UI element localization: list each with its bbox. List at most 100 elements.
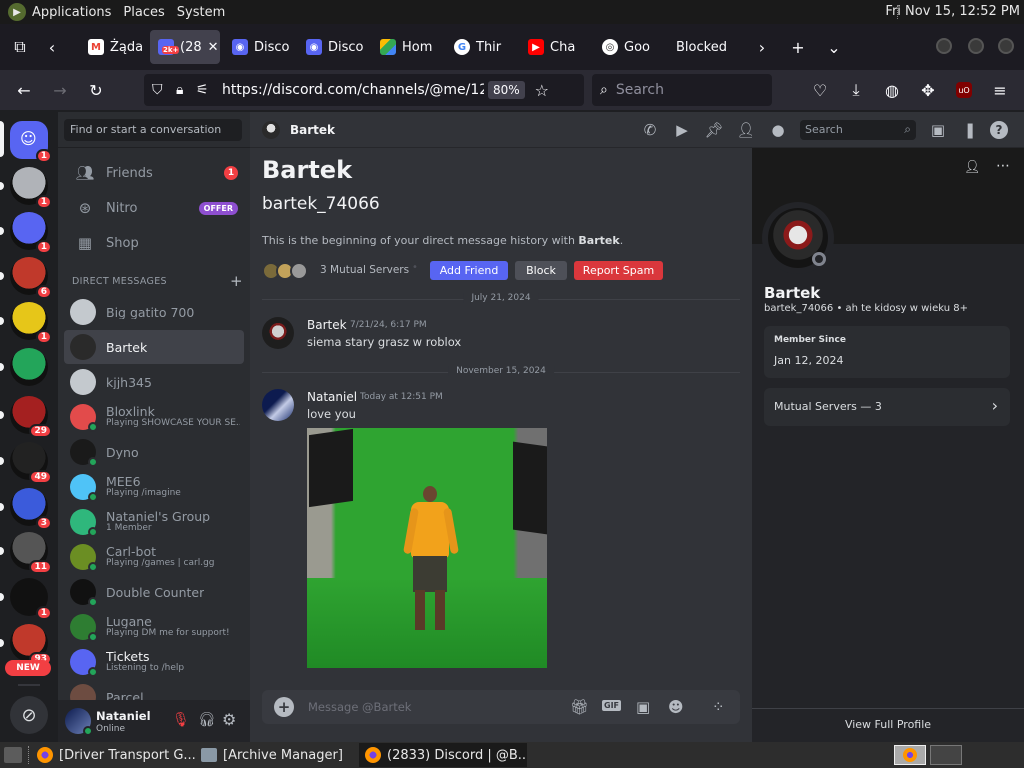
pocket-button[interactable]: ♡ (804, 74, 836, 106)
mutual-server-avatars[interactable] (262, 262, 314, 280)
server-icon[interactable]: 49 (10, 442, 52, 484)
view-full-profile-link[interactable]: View Full Profile (752, 718, 1024, 731)
close-icon[interactable]: ✕ (208, 40, 219, 55)
message-attachment-gif[interactable] (307, 428, 547, 668)
dm-item[interactable]: Double Counter (64, 575, 244, 609)
server-icon[interactable]: 93 (10, 624, 52, 666)
block-button[interactable]: Block (515, 261, 567, 280)
server-icon[interactable]: 1 (10, 212, 52, 254)
create-dm-plus-icon[interactable]: + (230, 272, 243, 290)
server-icon[interactable]: 1 (10, 167, 52, 209)
message-author[interactable]: Bartek (307, 318, 347, 332)
help-icon[interactable]: ? (990, 121, 1008, 139)
task-driver-transport[interactable]: [Driver Transport G... (31, 743, 195, 767)
tab-gmail[interactable]: M Żąda (80, 30, 146, 64)
gnome-logo-icon[interactable]: ▶ (8, 3, 26, 21)
system-menu[interactable]: System (171, 5, 231, 20)
inbox-icon[interactable]: ▣ (928, 120, 948, 140)
forward-button[interactable]: → (44, 74, 76, 106)
task-discord[interactable]: (2833) Discord | @B... (359, 743, 527, 767)
message-author[interactable]: Nataniel (307, 390, 357, 404)
workspace-switcher[interactable] (894, 745, 926, 765)
settings-gear-icon[interactable]: ⚙ (222, 710, 236, 729)
tab-overview-button[interactable]: ⧉ (4, 31, 36, 63)
attach-plus-icon[interactable]: + (274, 697, 294, 717)
permissions-icon[interactable]: ⚟ (196, 82, 214, 98)
downloads-button[interactable]: ⤓ (840, 74, 872, 106)
shield-icon[interactable]: ⛉ (152, 82, 170, 98)
apps-icon[interactable]: ⁘ (712, 698, 725, 716)
message-avatar[interactable] (262, 389, 294, 421)
profile-avatar[interactable] (762, 202, 834, 274)
mutual-servers-link[interactable]: 3 Mutual Servers (320, 264, 409, 276)
add-friend-button[interactable]: Add Friend (430, 261, 508, 280)
lock-icon[interactable]: 🔒︎ (176, 82, 192, 98)
user-profile-toggle-icon[interactable]: ● (768, 120, 788, 140)
maximize-button[interactable] (968, 38, 984, 54)
tab-blocked[interactable]: Blocked (668, 30, 746, 64)
dm-item[interactable]: Bloxlink Playing SHOWCASE YOUR SE... (64, 400, 244, 434)
zoom-indicator[interactable]: 80% (488, 81, 525, 99)
dm-item[interactable]: Bartek (64, 330, 244, 364)
bookmark-star-icon[interactable]: ☆ (535, 81, 549, 100)
more-options-icon[interactable]: ⋯ (996, 158, 1010, 174)
discover-compass-icon[interactable]: ⊘ (10, 696, 48, 734)
list-tabs-button[interactable]: ⌄ (818, 31, 850, 63)
back-button[interactable]: ← (8, 74, 40, 106)
workspace-2[interactable] (930, 745, 962, 765)
header-avatar[interactable] (262, 121, 280, 139)
search-bar[interactable]: ⌕ Search (592, 74, 772, 106)
tab-drive[interactable]: Hom (372, 30, 446, 64)
dm-search-input[interactable]: Find or start a conversation (64, 119, 242, 141)
header-name[interactable]: Bartek (290, 123, 335, 137)
sticker-icon[interactable]: ▣ (636, 698, 650, 716)
dm-item[interactable]: Tickets Listening to /help (64, 645, 244, 679)
chat-search-input[interactable]: Search ⌕ (800, 120, 916, 140)
server-icon[interactable]: 11 (10, 532, 52, 574)
nav-friends[interactable]: 👥︎ Friends 1 (64, 157, 244, 189)
message-input-box[interactable]: + Message @Bartek 🎁︎ GIF ▣ ☻ ⁘ (262, 690, 740, 724)
headphones-icon[interactable]: 🎧︎ (198, 712, 216, 728)
task-archive-manager[interactable]: [Archive Manager] (195, 743, 359, 767)
tab-discord-active[interactable]: 2k+ (28 ✕ (150, 30, 220, 64)
ublock-button[interactable]: uO (948, 74, 980, 106)
dm-item[interactable]: Dyno (64, 435, 244, 469)
close-window-button[interactable] (998, 38, 1014, 54)
extensions-button[interactable]: ✥ (912, 74, 944, 106)
emoji-icon[interactable]: ☻ (668, 698, 684, 716)
scroll-tabs-left-button[interactable]: ‹ (36, 31, 68, 63)
dm-item[interactable]: Nataniel's Group 1 Member (64, 505, 244, 539)
server-icon[interactable]: 29 (10, 396, 52, 438)
gift-icon[interactable]: 🎁︎ (570, 698, 589, 716)
tab-discord-2[interactable]: ◉ Disco (224, 30, 298, 64)
applications-menu[interactable]: Applications (26, 5, 117, 20)
places-menu[interactable]: Places (117, 5, 170, 20)
tab-discord-3[interactable]: ◉ Disco (298, 30, 372, 64)
video-call-icon[interactable]: ▶ (672, 120, 692, 140)
server-icon[interactable]: 3 (10, 488, 52, 530)
url-bar[interactable]: ⛉ 🔒︎ ⚟ https://discord.com/channels/@me/… (144, 74, 584, 106)
server-icon[interactable]: 1 (10, 578, 52, 620)
tab-lens[interactable]: ◎ Goo (594, 30, 668, 64)
scroll-tabs-right-button[interactable]: › (746, 31, 778, 63)
message-avatar[interactable] (262, 317, 294, 349)
voice-call-icon[interactable]: ✆ (640, 120, 660, 140)
home-server[interactable]: ☺ 1 (10, 121, 52, 163)
nav-shop[interactable]: ▦ Shop (64, 227, 244, 259)
dm-item[interactable]: kjjh345 (64, 365, 244, 399)
clock[interactable]: Fri Nov 15, 12:52 PM (885, 4, 1020, 19)
add-friend-icon[interactable]: 👤︎ (964, 160, 981, 175)
show-desktop-icon[interactable] (4, 747, 22, 763)
account-button[interactable]: ◍ (876, 74, 908, 106)
dm-item[interactable]: Lugane Playing DM me for support! (64, 610, 244, 644)
server-icon[interactable] (10, 348, 48, 386)
gif-icon[interactable]: GIF (602, 700, 622, 711)
user-name[interactable]: Nataniel (96, 709, 151, 723)
dm-item[interactable]: Big gatito 700 (64, 295, 244, 329)
server-icon[interactable]: 1 (10, 302, 52, 344)
menu-button[interactable]: ≡ (984, 74, 1016, 106)
report-spam-button[interactable]: Report Spam (574, 261, 663, 280)
bookmark-icon[interactable]: ❚ (960, 120, 980, 140)
dm-item[interactable]: Carl-bot Playing /games | carl.gg (64, 540, 244, 574)
mutual-servers-row[interactable]: Mutual Servers — 3 › (764, 388, 1010, 426)
